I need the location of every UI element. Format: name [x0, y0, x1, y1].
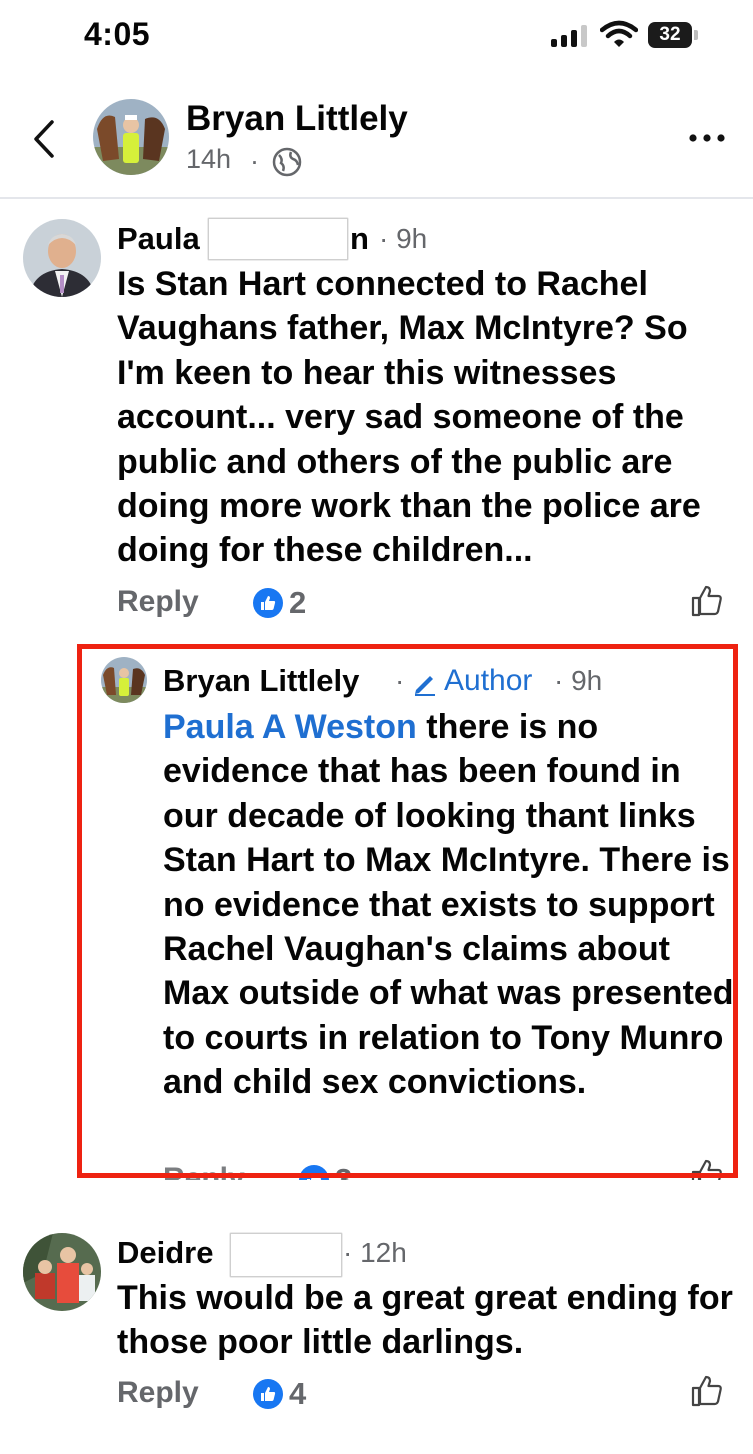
battery-level: 32: [648, 22, 692, 48]
commenter-avatar[interactable]: [23, 219, 101, 297]
like-count[interactable]: 2: [253, 585, 306, 621]
commenter-name-suffix[interactable]: n: [350, 221, 369, 257]
header-divider: [0, 197, 753, 199]
commenter-name[interactable]: Paula: [117, 221, 200, 257]
globe-icon: [272, 147, 302, 177]
highlight-box: [77, 644, 738, 1178]
like-count[interactable]: 4: [253, 1376, 306, 1412]
reply-button[interactable]: Reply: [117, 1376, 199, 1410]
chevron-left-icon[interactable]: [30, 118, 60, 160]
comment-timestamp[interactable]: · 9h: [379, 223, 427, 255]
comment-timestamp[interactable]: · 12h: [343, 1237, 407, 1269]
wifi-icon: [600, 20, 638, 47]
commenter-name[interactable]: Deidre: [117, 1235, 213, 1271]
reply-button[interactable]: Reply: [117, 585, 199, 619]
more-options-icon[interactable]: [687, 125, 727, 151]
like-reaction-icon: [253, 588, 283, 618]
battery-icon: 32: [648, 22, 700, 48]
thumbs-up-icon[interactable]: [690, 1374, 724, 1408]
commenter-avatar[interactable]: [23, 1233, 101, 1311]
comment-text: This would be a great great ending for t…: [117, 1279, 733, 1362]
post-author-name[interactable]: Bryan Littlely: [186, 99, 408, 139]
post-timestamp[interactable]: 14h: [186, 144, 231, 175]
comment-text: Is Stan Hart connected to Rachel Vaughan…: [117, 265, 701, 570]
like-reaction-icon: [253, 1379, 283, 1409]
mask-band: [0, 1180, 753, 1210]
redaction-box: [230, 1233, 342, 1277]
post-author-avatar[interactable]: [93, 99, 169, 175]
status-time: 4:05: [84, 16, 151, 52]
cellular-signal-icon: [551, 25, 589, 47]
thumbs-up-icon[interactable]: [690, 584, 724, 618]
separator-dot: ·: [250, 146, 259, 176]
redaction-box: [208, 218, 348, 260]
